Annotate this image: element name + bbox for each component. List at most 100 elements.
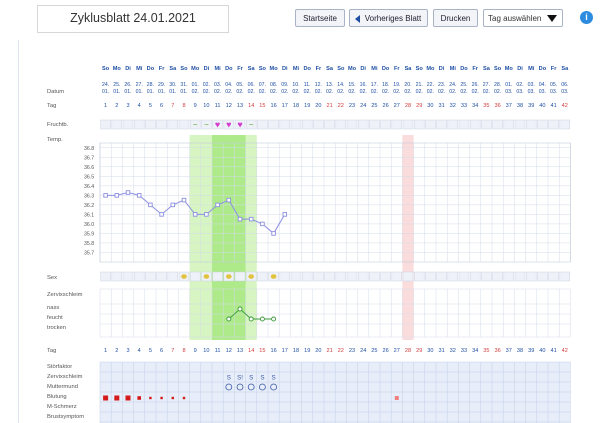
cycle-day: 3 [126,103,129,109]
cycle-day-bottom: 42 [562,348,568,354]
date-day: 30. [169,82,176,88]
temperature-point [226,197,232,203]
sex-icon [181,274,187,279]
zervix-code: S [260,375,264,382]
sex-cell [313,271,324,282]
zervix-code: S [272,375,276,382]
cycle-day: 8 [182,103,185,109]
sex-cell [369,271,380,282]
date-day: 26. [472,82,479,88]
sprout-icon: ~ [204,121,209,130]
weekday-label: Di [439,66,445,72]
date-day: 31. [180,82,187,88]
fertility-cell [559,119,571,130]
heart-icon: ♥ [237,120,242,130]
temperature-point [192,212,198,217]
sex-cell [234,271,246,282]
cycle-day: 11 [215,103,221,109]
date-month: 01. [136,89,143,95]
sex-cell [257,271,268,282]
date-day: 22. [427,82,434,88]
temperature-point [181,197,187,203]
cycle-day: 19 [304,103,310,109]
weekday-label: Sa [405,66,413,72]
sex-cell [391,271,403,282]
cycle-day: 29 [416,103,422,109]
date-month: 02. [382,89,389,95]
cycle-day-bottom: 23 [349,348,355,354]
cycle-day: 40 [539,103,545,109]
cycle-day: 1 [104,103,107,109]
weekday-label: Sa [561,66,569,72]
sex-cell [492,271,503,282]
cycle-day: 39 [528,103,534,109]
weekday-label: Mi [528,66,535,72]
fertility-cell [458,119,470,130]
cycle-day: 32 [450,103,456,109]
date-month: 03. [550,89,557,95]
fertility-cell [178,119,190,130]
row-label: Fruchtb. [47,122,69,128]
weekday-label: So [180,66,188,72]
temperature-point [170,202,176,208]
sex-cell [133,271,145,282]
date-month: 02. [270,89,277,95]
bleeding-mark [137,396,141,400]
cycle-day: 36 [494,103,500,109]
weekday-label: Do [225,66,233,72]
cycle-day-bottom: 6 [160,348,163,354]
date-month: 02. [225,89,232,95]
date-month: 02. [259,89,266,95]
cycle-day-bottom: 1 [104,348,107,354]
fertility-cell [111,119,123,130]
cycle-day-bottom: 12 [226,348,232,354]
sex-cell [514,271,526,282]
cycle-day: 42 [562,103,568,109]
cycle-day: 35 [483,103,489,109]
cycle-day-bottom: 25 [371,348,377,354]
zervix-point [271,316,277,322]
fertility-cell [100,119,111,130]
date-month: 02. [427,89,434,95]
row-label: Muttermund [47,384,78,390]
date-month: 02. [348,89,355,95]
date-day: 28. [147,82,154,88]
date-month: 02. [404,89,411,95]
temperature-point [159,212,164,217]
date-day: 04. [225,82,232,88]
date-month: 02. [326,89,333,95]
sex-cell [212,271,223,282]
sex-cell [100,271,111,282]
weekday-label: Di [282,66,288,72]
row-label: Zervixschleim [47,292,83,298]
weekday-label: Mi [293,66,300,72]
cycle-day-bottom: 41 [550,348,556,354]
row-label: M-Schmerz [47,404,77,410]
weekday-label: Mi [371,66,378,72]
cycle-day-bottom: 5 [149,348,152,354]
sex-cell [156,271,167,282]
cycle-day: 23 [349,103,355,109]
date-month: 02. [192,89,199,95]
date-month: 02. [236,89,243,95]
date-day: 07. [259,82,266,88]
row-label: Sex [47,275,57,281]
date-month: 01. [180,89,187,95]
cycle-day-bottom: 3 [126,348,129,354]
zervix-point [259,316,265,322]
sex-cell [380,271,391,282]
weekday-label: Sa [326,66,334,72]
sex-cell [145,271,156,282]
fertility-cell [514,119,526,130]
cycle-day-bottom: 14 [248,348,254,354]
date-day: 01. [505,82,512,88]
cycle-day-bottom: 26 [382,348,388,354]
fertility-cell [537,119,548,130]
date-day: 16. [360,82,367,88]
cycle-day-bottom: 4 [138,348,141,354]
cycle-day: 22 [338,103,344,109]
cycle-day-bottom: 13 [237,348,243,354]
sex-cell [458,271,470,282]
temperature-point [204,212,209,217]
temperature-point [125,190,131,195]
